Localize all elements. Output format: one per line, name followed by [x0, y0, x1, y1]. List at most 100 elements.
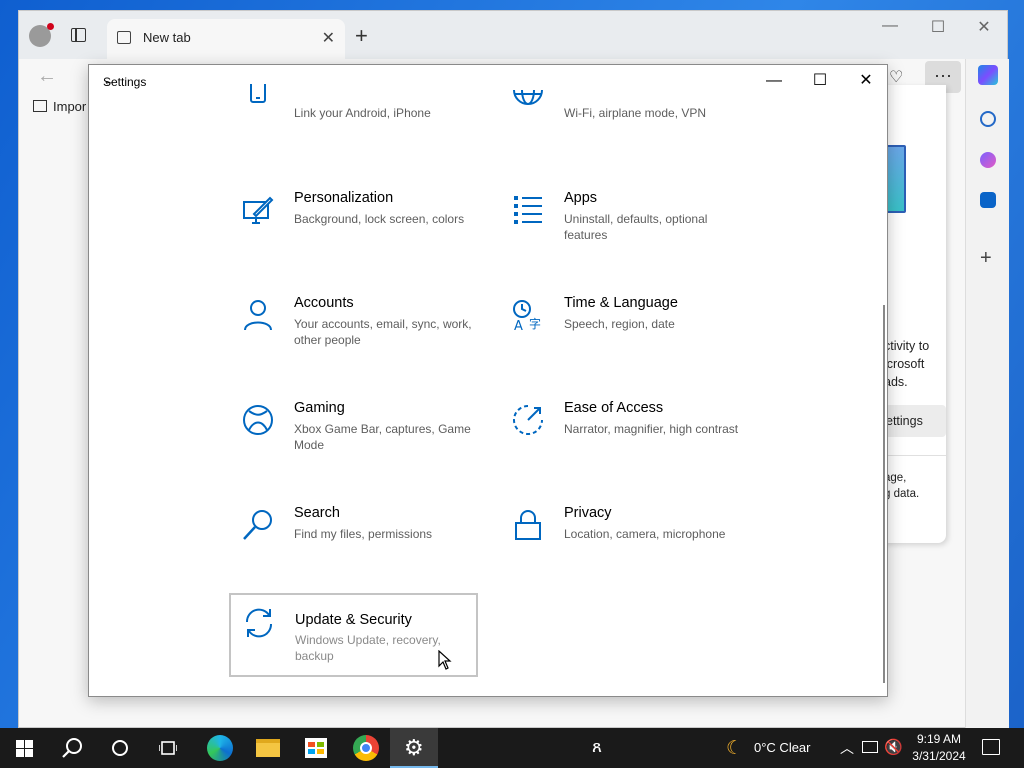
taskbar-chrome[interactable]: [342, 728, 390, 768]
svg-text:字: 字: [529, 316, 541, 331]
store-icon: [305, 738, 327, 758]
close-button[interactable]: ✕: [843, 65, 887, 97]
tile-apps[interactable]: Apps Uninstall, defaults, optional featu…: [500, 190, 750, 274]
weather-text[interactable]: 0°C Clear: [754, 740, 811, 755]
panel-line: age,: [884, 472, 907, 484]
folder-icon: [256, 739, 280, 757]
mouse-cursor-icon: [438, 650, 452, 670]
tile-ease-of-access[interactable]: Ease of Access Narrator, magnifier, high…: [500, 400, 750, 484]
tile-phone[interactable]: Link your Android, iPhone: [230, 84, 480, 176]
maximize-button[interactable]: ☐: [797, 65, 843, 97]
clock-date: 3/31/2024: [912, 749, 966, 763]
tab-actions-icon[interactable]: [71, 28, 86, 42]
tab-new-tab[interactable]: New tab ✕: [107, 19, 345, 59]
tile-search[interactable]: Search Find my files, permissions: [230, 505, 480, 589]
moon-weather-icon[interactable]: ☾: [726, 737, 743, 760]
tile-title: Personalization: [294, 190, 394, 206]
office-icon[interactable]: [980, 152, 996, 168]
search-icon: [243, 510, 272, 540]
back-arrow-icon[interactable]: ←: [37, 65, 57, 88]
taskbar-file-explorer[interactable]: [244, 728, 292, 768]
tile-description: Find my files, permissions: [294, 527, 433, 541]
bookmark-label: Impor: [53, 99, 87, 114]
tile-title: Time & Language: [564, 295, 678, 311]
apps-list-icon: [514, 196, 542, 224]
panel-text-1: ctivity to icrosoft ads.: [884, 337, 929, 391]
taskbar-edge[interactable]: [196, 728, 244, 768]
tile-description: Uninstall, defaults, optional features: [564, 212, 708, 242]
folder-icon: [33, 100, 47, 112]
browser-essentials-icon[interactable]: ♡: [889, 67, 903, 87]
cortana-button[interactable]: [96, 728, 144, 768]
tile-accounts[interactable]: Accounts Your accounts, email, sync, wor…: [230, 295, 480, 379]
scrollbar[interactable]: [883, 305, 885, 683]
chevron-up-icon[interactable]: ︿: [840, 738, 854, 758]
edge-icon: [207, 735, 233, 761]
copilot-icon[interactable]: [978, 65, 998, 85]
tile-description: Narrator, magnifier, high contrast: [564, 422, 739, 436]
person-icon: [244, 300, 272, 331]
minimize-button[interactable]: —: [751, 65, 797, 97]
tile-description: Speech, region, date: [564, 317, 675, 331]
windows-logo-icon: [16, 740, 33, 757]
panel-text-2: age, g data.: [884, 470, 919, 502]
bookmark-import[interactable]: Impor: [33, 99, 86, 114]
tile-description: Background, lock screen, colors: [294, 212, 465, 226]
panel-line: ctivity to: [884, 339, 930, 353]
globe-icon: [513, 89, 543, 105]
tile-description: Your accounts, email, sync, work, other …: [294, 317, 472, 347]
xbox-icon: [243, 405, 273, 435]
tile-gaming[interactable]: Gaming Xbox Game Bar, captures, Game Mod…: [230, 400, 480, 484]
clock[interactable]: 9:19 AM 3/31/2024: [906, 731, 972, 765]
add-icon[interactable]: +: [980, 247, 992, 270]
profile-icon[interactable]: [29, 23, 54, 47]
tile-title: Gaming: [294, 400, 345, 416]
ease-of-access-icon: [513, 405, 543, 435]
tile-privacy[interactable]: Privacy Location, camera, microphone: [500, 505, 750, 589]
tile-title: Update & Security: [295, 612, 412, 628]
tile-title: Privacy: [564, 505, 612, 521]
notification-icon[interactable]: [982, 739, 1000, 755]
tile-personalization[interactable]: Personalization Background, lock screen,…: [230, 190, 480, 274]
task-view-button[interactable]: [144, 728, 192, 768]
personalization-icon: [243, 196, 274, 224]
browser-titlebar: New tab ✕ + — ☐ ✕: [19, 11, 1007, 59]
network-icon[interactable]: [862, 741, 878, 753]
tile-title: Apps: [564, 190, 598, 206]
search-icon: [62, 738, 82, 758]
panel-line: g data.: [884, 488, 920, 500]
tile-title: Ease of Access: [564, 400, 664, 416]
outlook-icon[interactable]: [980, 192, 996, 208]
start-button[interactable]: [0, 728, 48, 768]
tile-time-language[interactable]: A 字 Time & Language Speech, region, date: [500, 295, 750, 379]
people-icon[interactable]: ጸ: [592, 737, 602, 757]
close-tab-icon[interactable]: ✕: [322, 28, 335, 48]
clock-time: 9:19 AM: [916, 732, 962, 746]
tile-network[interactable]: Wi-Fi, airplane mode, VPN: [500, 89, 750, 176]
sync-icon: [245, 608, 273, 638]
window-title: Settings: [103, 75, 147, 89]
browser-minimize-button[interactable]: —: [867, 17, 913, 35]
tile-description: Wi-Fi, airplane mode, VPN: [564, 106, 707, 120]
phone-icon: [250, 84, 266, 103]
search-button[interactable]: [48, 728, 96, 768]
tile-description: Xbox Game Bar, captures, Game Mode: [294, 422, 471, 452]
taskbar-settings[interactable]: ⚙: [390, 728, 438, 768]
svg-text:A: A: [514, 319, 523, 331]
search-icon[interactable]: [980, 111, 996, 127]
browser-maximize-button[interactable]: ☐: [915, 17, 961, 37]
panel-line: icrosoft: [884, 357, 925, 371]
tile-description: Link your Android, iPhone: [294, 106, 431, 120]
taskbar-store[interactable]: [292, 728, 340, 768]
tile-title: Accounts: [294, 295, 354, 311]
new-tab-button[interactable]: +: [355, 23, 368, 49]
settings-window[interactable]: ← Settings — ☐ ✕ Link your Android, iPho…: [88, 64, 888, 697]
browser-sidebar: +: [965, 59, 1009, 729]
browser-close-button[interactable]: ✕: [961, 17, 1007, 37]
cortana-circle-icon: [112, 740, 128, 756]
panel-line: ads.: [884, 375, 908, 389]
taskbar: ⚙ ጸ ☾ 0°C Clear ︿ 🔇 9:19 AM 3/31/2024: [0, 728, 1024, 768]
tile-description: Location, camera, microphone: [564, 527, 726, 541]
newtab-page-icon: [117, 31, 131, 44]
volume-muted-icon[interactable]: 🔇: [884, 738, 903, 756]
